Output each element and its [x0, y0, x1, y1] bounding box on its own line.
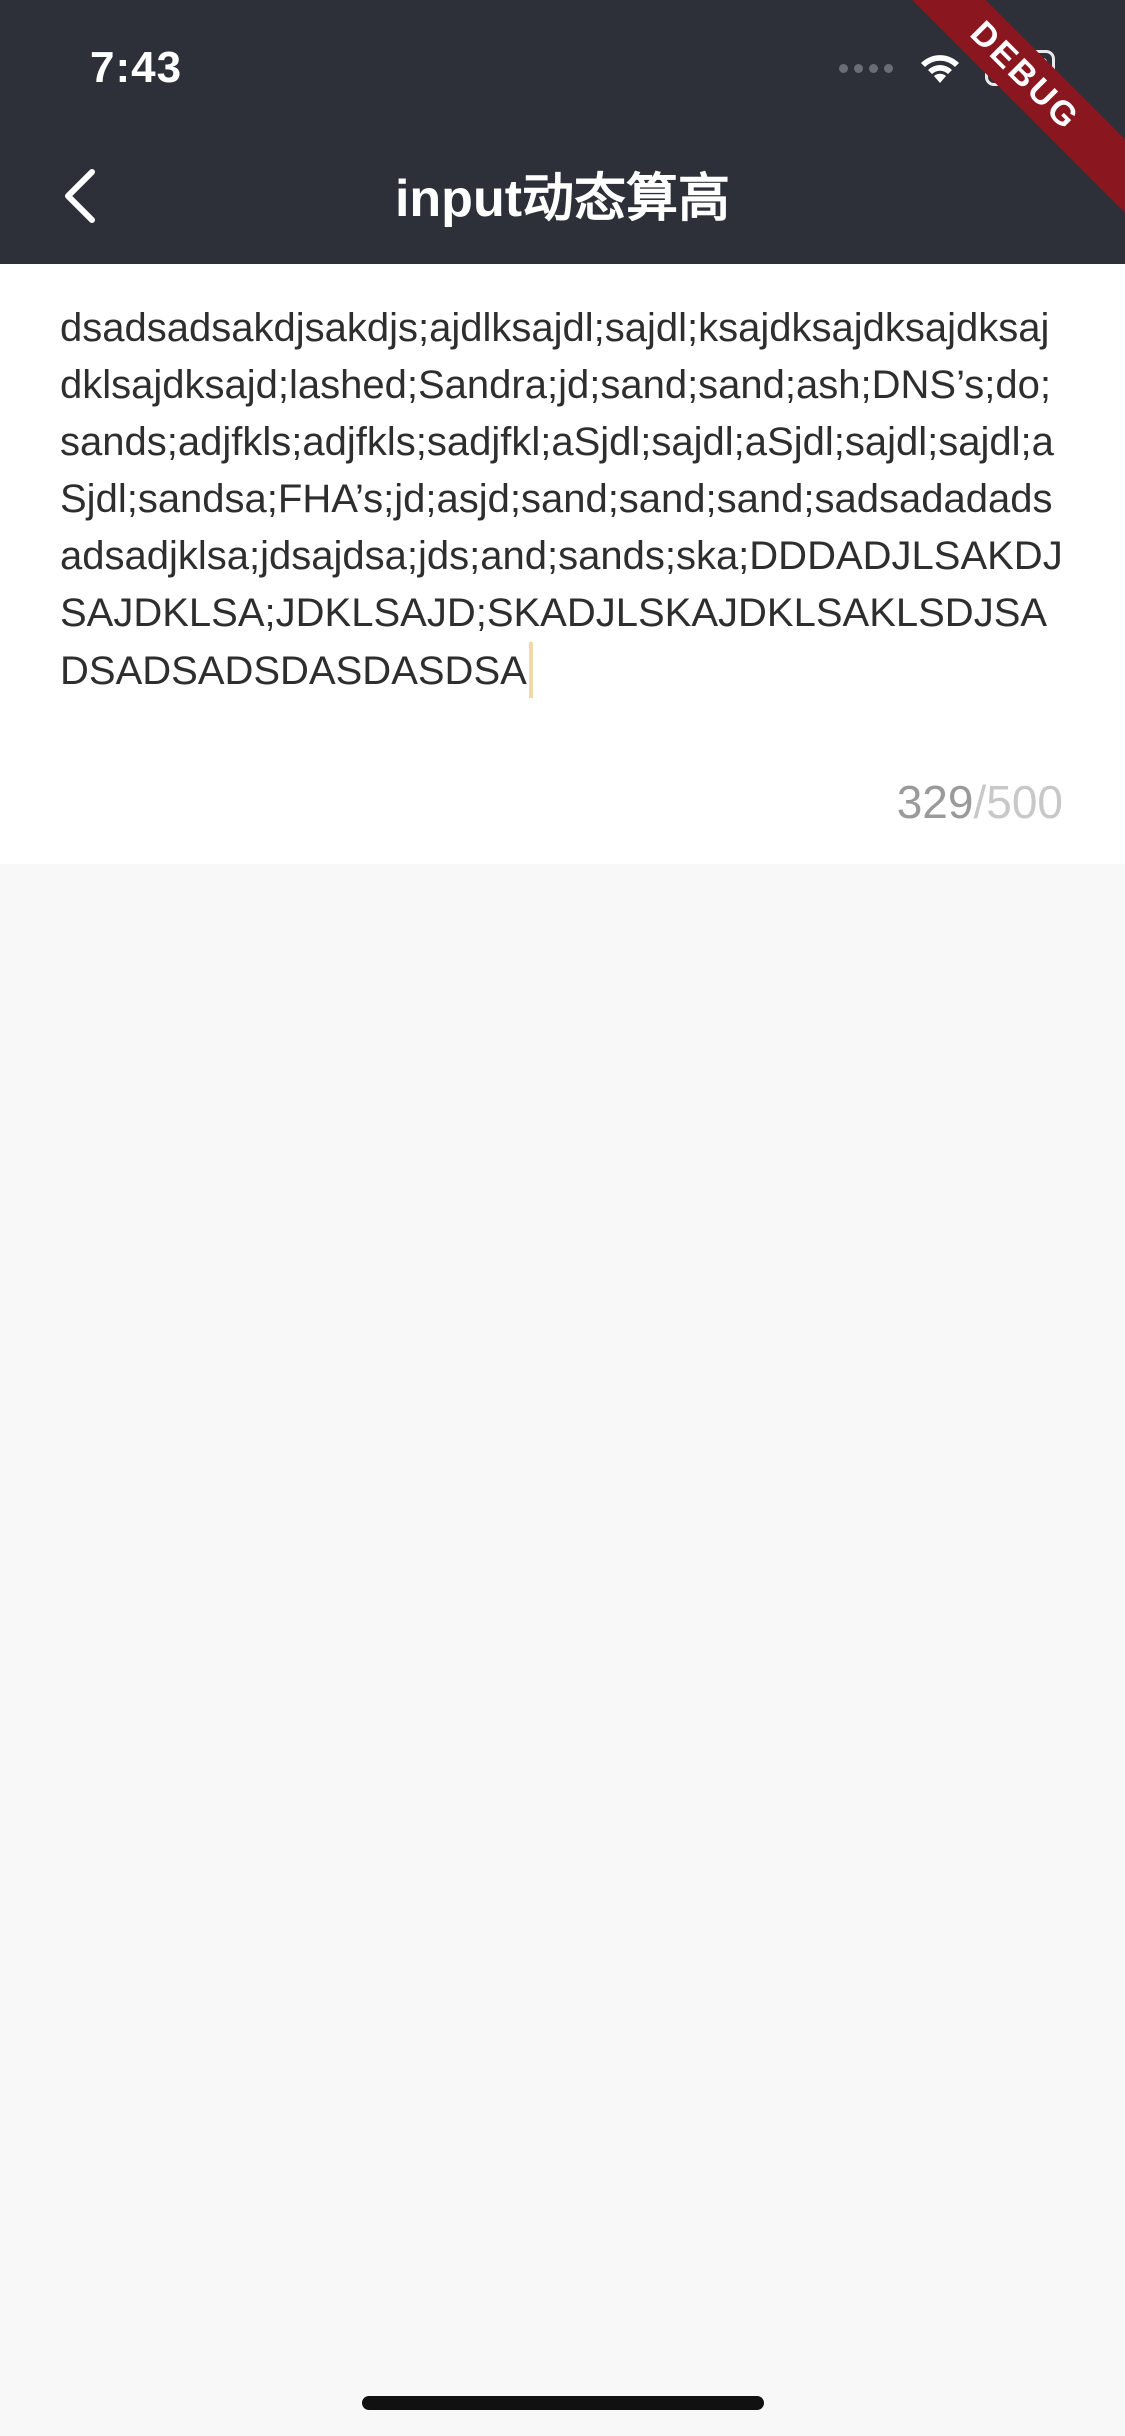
text-cursor: [528, 642, 533, 698]
page-title: input动态算高: [394, 170, 731, 228]
input-card: dsadsadsakdjsakdjs;ajdlksajdl;sajdl;ksaj…: [0, 264, 1125, 864]
app-header: 7:43 DEBUG input动态算高: [0, 0, 1125, 264]
nav-bar: input动态算高: [0, 140, 1125, 260]
status-time: 7:43: [90, 43, 183, 92]
screen: 7:43 DEBUG input动态算高 dsadsadsakdjsakdjs;…: [0, 0, 1125, 2436]
input-text: dsadsadsakdjsakdjs;ajdlksajdl;sajdl;ksaj…: [60, 306, 1063, 693]
multiline-text-input[interactable]: dsadsadsakdjsakdjs;ajdlksajdl;sajdl;ksaj…: [60, 300, 1065, 740]
character-counter: 329/500: [897, 772, 1063, 832]
counter-max: 500: [986, 776, 1063, 828]
counter-current: 329: [896, 776, 974, 828]
wifi-icon: [921, 55, 959, 83]
counter-separator: /: [973, 776, 987, 828]
home-indicator[interactable]: [362, 2396, 764, 2410]
signal-dots-icon: [839, 63, 893, 73]
